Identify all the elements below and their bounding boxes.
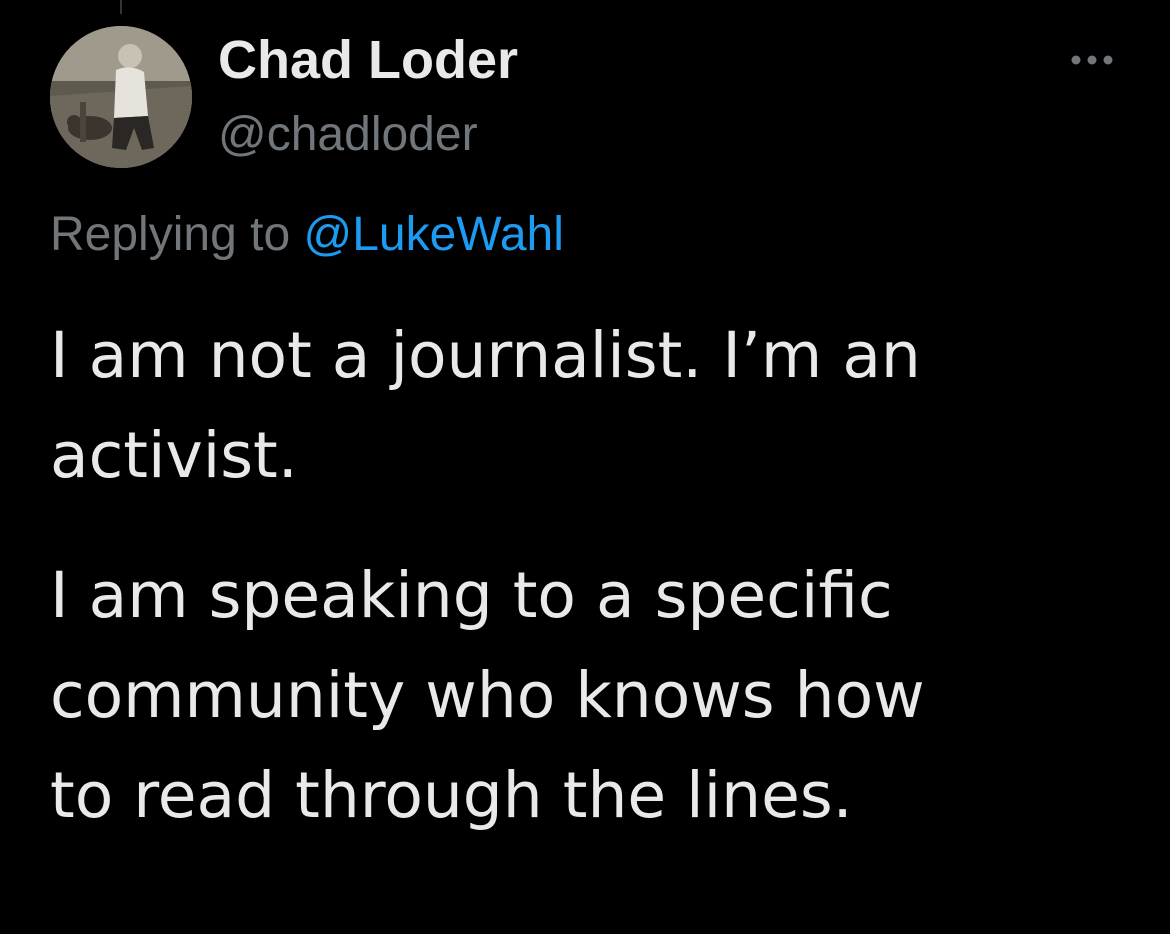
tweet-paragraph: I am speaking to a specific community wh… xyxy=(50,559,925,832)
author-avatar[interactable] xyxy=(50,26,192,168)
more-options-icon xyxy=(1071,55,1113,65)
replying-to-label: Replying to xyxy=(50,208,304,261)
replying-to-line: Replying to @LukeWahl xyxy=(50,200,564,270)
thread-connector-line xyxy=(120,0,122,14)
tweet-text: I am not a journalist. I’m an activist. … xyxy=(50,306,1150,846)
author-handle[interactable]: @chadloder xyxy=(218,102,478,168)
tweet-paragraph: I am not a journalist. I’m an activist. xyxy=(50,319,921,492)
more-options-button[interactable] xyxy=(1066,44,1118,76)
author-display-name[interactable]: Chad Loder xyxy=(218,24,518,96)
avatar-photo-icon xyxy=(50,26,192,168)
reply-mention-link[interactable]: @LukeWahl xyxy=(303,208,563,261)
